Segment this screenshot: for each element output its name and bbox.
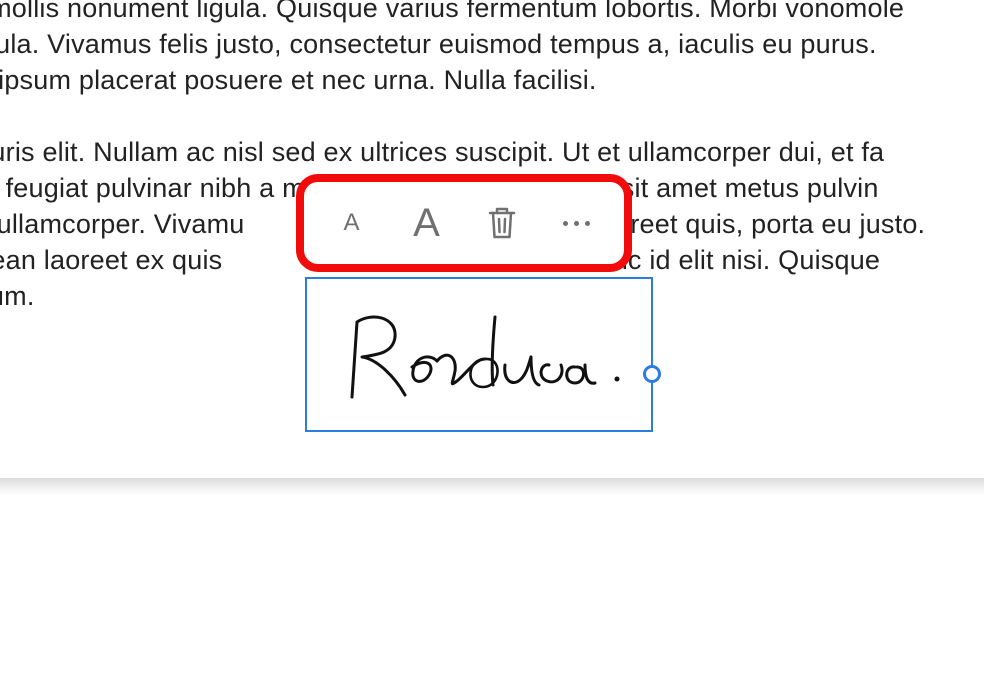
trash-icon: [486, 205, 518, 241]
document-page: x, mollis nonument ligula. Quisque variu…: [0, 0, 984, 686]
page-edge-shadow: [0, 478, 984, 496]
more-options-button[interactable]: [547, 193, 607, 253]
decrease-size-button[interactable]: A: [322, 193, 382, 253]
text-line: x, mollis nonument ligula. Quisque variu…: [0, 0, 904, 23]
paragraph-1: x, mollis nonument ligula. Quisque variu…: [0, 0, 984, 98]
resize-handle-right[interactable]: [643, 365, 661, 383]
signature-toolbar: A A: [296, 174, 632, 272]
signature-drawing: [317, 287, 645, 426]
signature-box[interactable]: [305, 277, 653, 432]
increase-size-button[interactable]: A: [397, 193, 457, 253]
text-line-left: ps ullamcorper. Vivamu: [0, 209, 245, 239]
text-line: eu ipsum placerat posuere et nec urna. N…: [0, 65, 597, 95]
text-line: nauris elit. Nullam ac nisl sed ex ultri…: [0, 137, 884, 167]
text-line-right: aoreet quis, porta eu justo.: [600, 209, 925, 239]
text-line-left: enean laoreet ex quis: [0, 245, 230, 275]
text-line: hicula. Vivamus felis justo, consectetur…: [0, 29, 877, 59]
ellipsis-icon: [563, 221, 590, 226]
letter-a-large-icon: A: [413, 201, 440, 246]
letter-a-small-icon: A: [343, 209, 359, 237]
text-line: psum.: [0, 281, 35, 311]
delete-button[interactable]: [472, 193, 532, 253]
